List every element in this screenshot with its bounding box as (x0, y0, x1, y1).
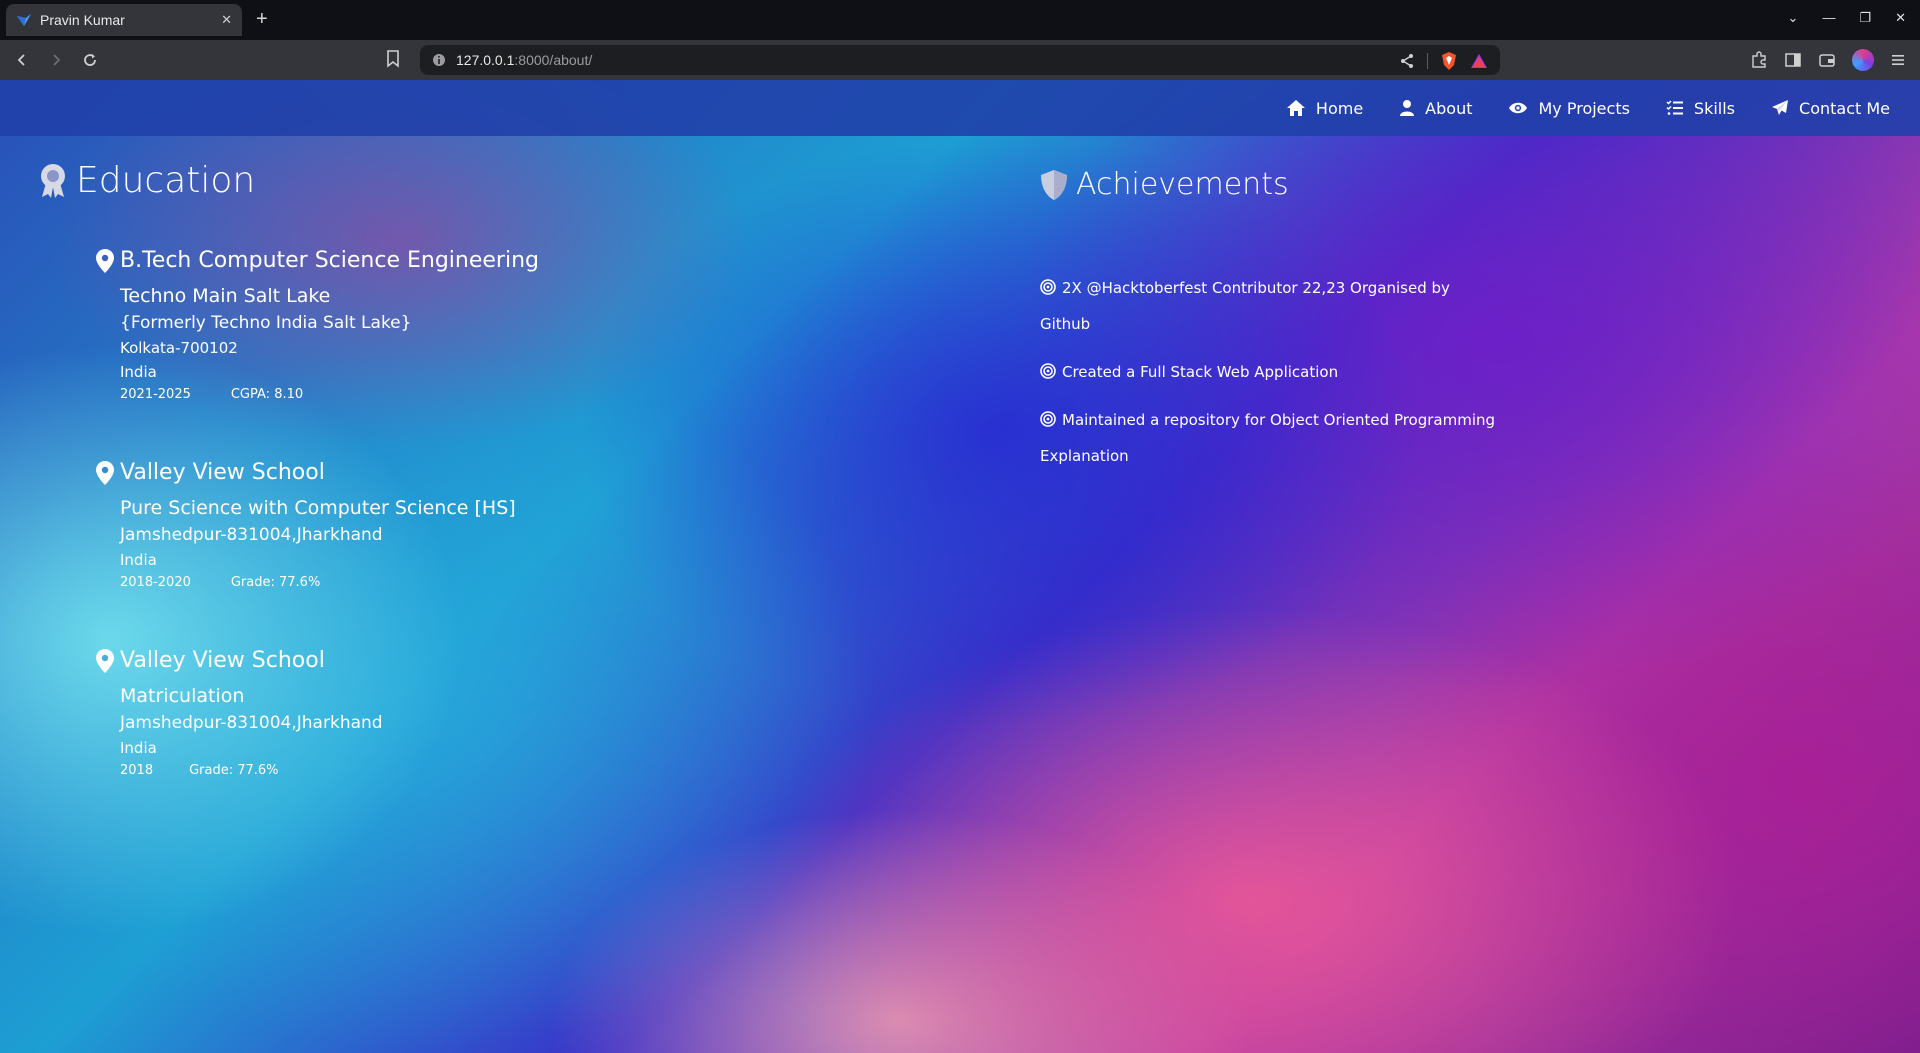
url-path: :8000/about/ (514, 52, 593, 68)
achievements-title: Achievements (1076, 167, 1289, 202)
entry-city: Kolkata-700102 (120, 339, 238, 357)
forward-arrow-icon (53, 54, 61, 66)
entry-institution: Pure Science with Computer Science [HS] (120, 497, 516, 519)
nav-skills[interactable]: Skills (1666, 99, 1735, 118)
award-ribbon-icon (41, 163, 65, 198)
achievements-list: 2X @Hacktoberfest Contributor 22,23 Orga… (1040, 270, 1500, 474)
education-title: Education (76, 160, 256, 201)
bookmark-icon[interactable] (386, 50, 400, 68)
entry-degree: Valley View School (120, 648, 325, 673)
list-item: 2X @Hacktoberfest Contributor 22,23 Orga… (1040, 270, 1500, 342)
home-icon (1286, 100, 1305, 116)
tab-close-icon[interactable]: ✕ (221, 12, 232, 28)
brave-shields-icon[interactable] (1440, 51, 1458, 71)
brave-rewards-icon[interactable] (1470, 52, 1488, 70)
map-marker-icon (96, 648, 114, 673)
map-marker-icon (96, 248, 114, 273)
shield-icon (1041, 169, 1067, 200)
browser-toolbar: 127.0.0.1:8000/about/ (0, 40, 1920, 80)
url-host: 127.0.0.1 (456, 52, 515, 68)
nav-skills-label: Skills (1693, 98, 1736, 118)
nav-my-projects-label: My Projects (1538, 98, 1630, 118)
entry-institution: Matriculation (120, 685, 245, 707)
education-heading: Education (38, 160, 255, 201)
achievement-text: 2X @Hacktoberfest Contributor 22,23 Orga… (1040, 279, 1450, 333)
reload-icon (84, 54, 96, 66)
site-favicon-icon (17, 14, 31, 26)
entry-country: India (120, 551, 157, 569)
sidebar-toggle-icon[interactable] (1784, 51, 1802, 69)
entry-score: Grade: 77.6% (189, 763, 279, 778)
site-navbar: Home About My Projects Skills Contact Me (0, 80, 1920, 136)
divider (1427, 53, 1428, 69)
entry-institution: Techno Main Salt Lake (120, 285, 331, 307)
minimize-button[interactable]: — (1822, 10, 1835, 26)
education-entry: Valley View School Matriculation Jamshed… (96, 648, 696, 778)
forward-button[interactable] (44, 48, 68, 72)
tab-search-chevron-icon[interactable]: ⌄ (1788, 10, 1799, 26)
nav-home-label: Home (1315, 98, 1364, 118)
map-marker-icon (96, 460, 114, 485)
achievements-section: Achievements (1040, 167, 1289, 202)
back-arrow-icon (17, 54, 25, 66)
list-check-icon (1666, 100, 1683, 115)
list-item: Maintained a repository for Object Orien… (1040, 402, 1500, 474)
extensions-puzzle-icon[interactable] (1750, 51, 1768, 69)
nav-contact-me[interactable]: Contact Me (1771, 99, 1890, 118)
nav-about[interactable]: About (1399, 99, 1472, 118)
education-entry: B.Tech Computer Science Engineering Tech… (96, 248, 696, 402)
bullseye-icon (1040, 279, 1056, 295)
paper-plane-icon (1772, 100, 1789, 115)
entry-score: Grade: 77.6% (230, 575, 321, 590)
entry-country: India (120, 739, 157, 757)
nav-my-projects[interactable]: My Projects (1508, 98, 1630, 118)
entry-city: Jamshedpur-831004,Jharkhand (120, 713, 383, 733)
education-section: Education (38, 160, 255, 201)
bullseye-icon (1040, 363, 1056, 379)
restore-button[interactable]: ❐ (1859, 10, 1871, 26)
education-entry: Valley View School Pure Science with Com… (96, 460, 696, 590)
reload-button[interactable] (78, 48, 102, 72)
entry-years: 2018 (120, 763, 154, 778)
entry-degree: B.Tech Computer Science Engineering (120, 248, 539, 273)
profile-avatar[interactable] (1852, 49, 1874, 71)
back-button[interactable] (10, 48, 34, 72)
entry-formerly: {Formerly Techno India Salt Lake} (120, 313, 412, 333)
browser-tab[interactable]: Pravin Kumar ✕ (6, 4, 242, 36)
achievement-text: Maintained a repository for Object Orien… (1040, 411, 1496, 465)
address-bar[interactable]: 127.0.0.1:8000/about/ (420, 45, 1500, 75)
eye-icon (1509, 102, 1528, 114)
entry-years: 2021-2025 (120, 387, 191, 402)
entry-years: 2018-2020 (120, 575, 191, 590)
wallet-icon[interactable] (1818, 51, 1836, 69)
nav-contact-me-label: Contact Me (1799, 98, 1890, 118)
nav-about-label: About (1425, 98, 1473, 118)
achievement-text: Created a Full Stack Web Application (1062, 363, 1339, 381)
entry-score: CGPA: 8.10 (230, 387, 304, 402)
tab-strip: Pravin Kumar ✕ + ⌄ — ❐ ✕ (0, 0, 1920, 40)
entry-city: Jamshedpur-831004,Jharkhand (120, 525, 383, 545)
tab-title: Pravin Kumar (40, 12, 125, 28)
close-window-button[interactable]: ✕ (1895, 10, 1906, 26)
achievements-heading: Achievements (1040, 167, 1289, 202)
nav-home[interactable]: Home (1286, 99, 1363, 118)
entry-country: India (120, 363, 157, 381)
list-item: Created a Full Stack Web Application (1040, 354, 1500, 390)
share-icon[interactable] (1399, 53, 1415, 69)
bullseye-icon (1040, 411, 1056, 427)
page-viewport: Home About My Projects Skills Contact Me (0, 80, 1920, 1053)
entry-degree: Valley View School (120, 460, 325, 485)
user-icon (1400, 100, 1415, 116)
site-info-icon[interactable] (432, 53, 446, 67)
new-tab-button[interactable]: + (256, 8, 268, 31)
menu-hamburger-icon[interactable] (1890, 52, 1906, 68)
